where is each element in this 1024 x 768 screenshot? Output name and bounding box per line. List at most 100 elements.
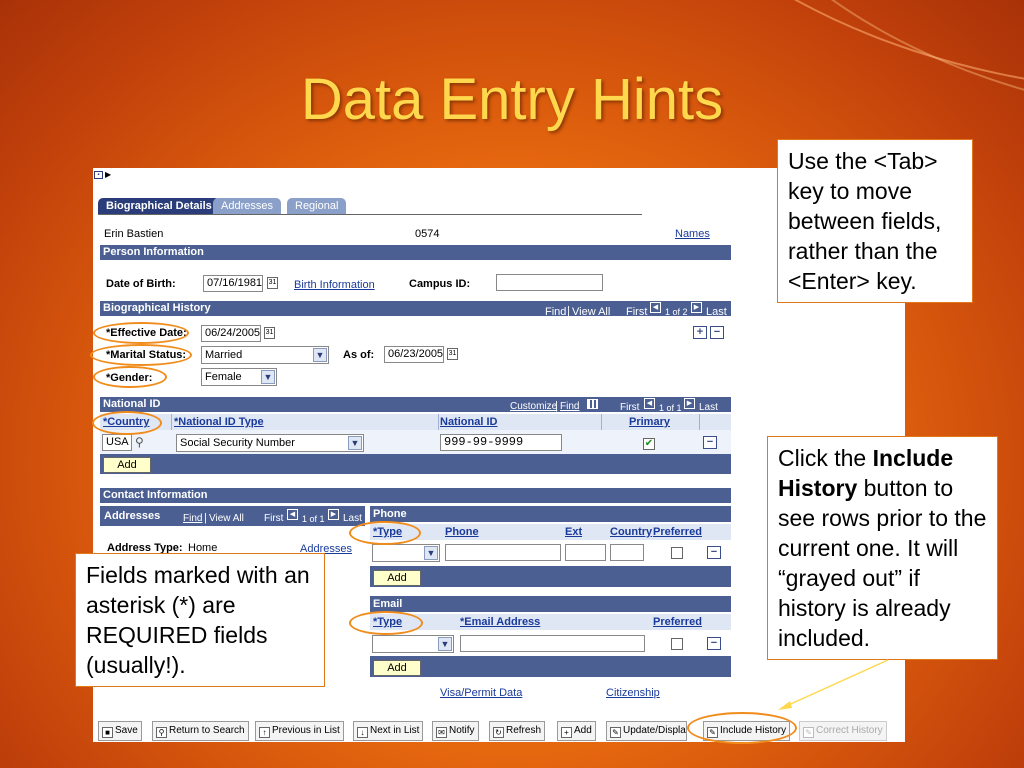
- add-button[interactable]: + Add: [557, 721, 596, 741]
- bio-last-link[interactable]: Last: [706, 306, 727, 318]
- phone-type-select[interactable]: ▼: [372, 544, 440, 562]
- national-id-type-select[interactable]: Social Security Number ▼: [176, 434, 364, 452]
- visa-permit-link[interactable]: Visa/Permit Data: [440, 687, 522, 699]
- add-doc-icon: +: [561, 727, 572, 738]
- national-id-type-value: Social Security Number: [180, 437, 295, 449]
- ext-input[interactable]: [565, 544, 606, 561]
- delete-row-icon[interactable]: −: [707, 637, 721, 650]
- email-preferred-checkbox[interactable]: [671, 638, 683, 650]
- effective-date-input[interactable]: 06/24/2005: [201, 325, 261, 342]
- phone-add-button[interactable]: Add: [373, 570, 421, 586]
- next-label: Next in List: [370, 725, 420, 736]
- phone-header-bar: [370, 506, 731, 522]
- phone-country-input[interactable]: [610, 544, 644, 561]
- marital-status-select[interactable]: Married ▼: [201, 346, 329, 364]
- customize-link[interactable]: Customize: [510, 401, 557, 412]
- calendar-icon[interactable]: 31: [267, 277, 278, 289]
- prev-arrow-icon[interactable]: ◀: [644, 398, 655, 409]
- arrow-right-icon: ▶: [105, 170, 112, 179]
- col-ext[interactable]: Ext: [565, 524, 582, 540]
- campus-id-label: Campus ID:: [409, 278, 471, 290]
- chevron-down-icon: ▼: [424, 546, 438, 560]
- refresh-button[interactable]: ↻ Refresh: [489, 721, 546, 741]
- notify-button[interactable]: ✉ Notify: [432, 721, 479, 741]
- previous-in-list-button[interactable]: ↑ Previous in List: [255, 721, 344, 741]
- callout-required-fields: Fields marked with an asterisk (*) are R…: [75, 553, 325, 687]
- chevron-down-icon: ▼: [438, 637, 452, 651]
- email-input[interactable]: [460, 635, 645, 652]
- national-add-button[interactable]: Add: [103, 457, 151, 473]
- phone-input[interactable]: [445, 544, 561, 561]
- col-country-phone[interactable]: Country: [610, 524, 652, 540]
- update-display-button[interactable]: ✎ Update/Display: [606, 721, 687, 741]
- birth-info-link[interactable]: Birth Information: [294, 279, 375, 291]
- contact-info-header: Contact Information: [100, 488, 731, 503]
- highlight-country: [92, 411, 162, 435]
- next-arrow-icon[interactable]: ▶: [328, 509, 339, 520]
- divider: |: [204, 512, 207, 524]
- bio-viewall-link[interactable]: View All: [572, 306, 610, 318]
- delete-row-icon[interactable]: −: [703, 436, 717, 449]
- campus-id-input[interactable]: [496, 274, 603, 291]
- grid-icon[interactable]: [587, 399, 598, 409]
- highlight-email-type: [349, 611, 423, 635]
- delete-row-icon[interactable]: −: [707, 546, 721, 559]
- country-input[interactable]: USA: [102, 434, 132, 451]
- col-national-id[interactable]: National ID: [440, 414, 497, 430]
- col-primary[interactable]: Primary: [629, 414, 670, 430]
- calendar-icon[interactable]: 31: [447, 348, 458, 360]
- col-phone[interactable]: Phone: [445, 524, 479, 540]
- col-preferred-email[interactable]: Preferred: [653, 614, 702, 630]
- citizenship-link[interactable]: Citizenship: [606, 687, 660, 699]
- calendar-icon[interactable]: 31: [264, 327, 275, 339]
- tab-addresses[interactable]: Addresses: [213, 198, 281, 214]
- as-of-input[interactable]: 06/23/2005: [384, 346, 444, 363]
- addr-first: First: [264, 513, 284, 524]
- tab-regional[interactable]: Regional: [287, 198, 347, 214]
- addresses-header: Addresses: [104, 510, 161, 522]
- email-header: Email: [373, 598, 403, 610]
- col-national-id-type[interactable]: *National ID Type: [174, 414, 264, 430]
- bio-find-link[interactable]: Find: [545, 306, 566, 318]
- person-info-header: Person Information: [100, 245, 731, 260]
- col-email-address[interactable]: *Email Address: [460, 614, 540, 630]
- col-preferred-phone[interactable]: Preferred: [653, 524, 702, 540]
- tab-biographical-details[interactable]: Biographical Details: [98, 198, 220, 214]
- divider: |: [555, 400, 558, 412]
- email-header-bar: [370, 596, 731, 612]
- update-label: Update/Display: [623, 725, 687, 736]
- gender-select[interactable]: Female ▼: [201, 368, 277, 386]
- dob-input[interactable]: 07/16/1981: [203, 275, 263, 292]
- next-arrow-icon[interactable]: ▶: [691, 302, 702, 313]
- callout-history-text: Click the: [778, 445, 873, 471]
- marital-status-value: Married: [205, 349, 243, 361]
- as-of-label: As of:: [343, 349, 375, 361]
- national-row-count: 1 of 1: [659, 403, 682, 413]
- next-arrow-icon[interactable]: ▶: [684, 398, 695, 409]
- expand-icon[interactable]: ▪: [94, 171, 103, 179]
- person-name: Erin Bastien: [104, 228, 164, 240]
- delete-row-icon[interactable]: −: [710, 326, 724, 339]
- phone-preferred-checkbox[interactable]: [671, 547, 683, 559]
- addr-find-link[interactable]: Find: [183, 513, 202, 524]
- primary-checkbox[interactable]: ✔: [643, 438, 655, 450]
- names-link[interactable]: Names: [675, 228, 710, 240]
- search-icon[interactable]: ⚲: [135, 435, 144, 449]
- email-type-select[interactable]: ▼: [372, 635, 454, 653]
- national-id-input[interactable]: 999-99-9999: [440, 434, 562, 451]
- add-label: Add: [574, 725, 592, 736]
- bio-first: First: [626, 306, 648, 318]
- dob-label: Date of Birth:: [106, 278, 176, 290]
- next-in-list-button[interactable]: ↓ Next in List: [353, 721, 424, 741]
- callout-tab-hint: Use the <Tab> key to move between fields…: [777, 139, 973, 303]
- prev-arrow-icon[interactable]: ◀: [650, 302, 661, 313]
- email-add-button[interactable]: Add: [373, 660, 421, 676]
- highlight-phone-type: [349, 521, 421, 545]
- prev-arrow-icon[interactable]: ◀: [287, 509, 298, 520]
- save-button[interactable]: ■ Save: [98, 721, 142, 741]
- add-row-icon[interactable]: +: [693, 326, 707, 339]
- return-to-search-button[interactable]: ⚲ Return to Search: [152, 721, 249, 741]
- arrow-up-list-icon: ↑: [259, 727, 270, 738]
- addr-viewall[interactable]: View All: [209, 513, 244, 524]
- national-find-link[interactable]: Find: [560, 401, 579, 412]
